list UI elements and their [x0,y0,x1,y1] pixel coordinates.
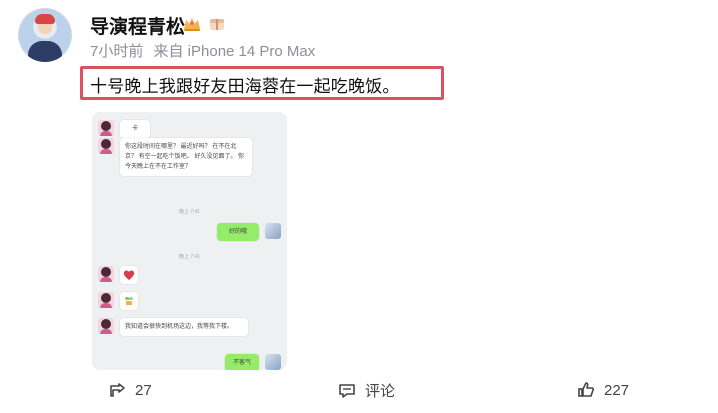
chat-heart-bubble [120,266,138,284]
verified-badge: V [64,54,72,62]
comment-label: 评论 [365,383,396,400]
post-time: 7小时前 [90,43,144,60]
like-count: 227 [604,381,630,399]
heart-icon [123,270,135,280]
chat-row-plant [98,292,138,310]
right-avatar [265,223,281,239]
avatar-body [28,41,62,62]
chat-avatar [98,318,114,334]
chat-row-heart [98,266,138,284]
share-count: 27 [135,381,152,399]
post-text: 十号晚上我跟好友田海蓉在一起吃晚饭。 [90,77,400,96]
chat-avatar [98,120,114,136]
chat-row-1: 你这段时间在哪里？ 最近好吗？ 在不在北京？ 有空一起吃个饭吧。 好久没见面了。… [98,138,252,176]
post-meta: 7小时前 来自 iPhone 14 Pro Max [90,40,315,61]
chat-avatar [98,138,114,154]
chat-row-2: 我知道会很快到机场这边，我等我下楼。 [98,318,248,336]
like-icon [578,382,594,397]
plant-icon [125,296,133,305]
like-button[interactable]: 227 [576,380,629,400]
chat-avatar [98,266,114,282]
badge-icon [210,19,224,30]
chat-plant-bubble [120,292,138,310]
chat-message-1: 你这段时间在哪里？ 最近好吗？ 在不在北京？ 有空一起吃个饭吧。 好久没见面了。… [120,138,252,176]
right-avatar [265,354,281,370]
chat-bubble-top: 卡 [120,120,150,138]
chat-row-reply-2: 不客气 [225,354,281,370]
chat-row-reply-1: 好的哦 [217,223,281,241]
chat-avatar [98,292,114,308]
comment-button[interactable]: 评论 [337,380,395,401]
chat-reply-2: 不客气 [225,354,259,370]
chat-message-2: 我知道会很快到机场这边，我等我下楼。 [120,318,248,336]
post-username[interactable]: 导演程青松 [90,12,185,39]
chat-time-1: 晚上 7:41 [178,209,201,215]
avatar-hat [35,14,55,24]
post-source: 来自 iPhone 14 Pro Max [153,43,316,60]
crown-icon [184,17,200,31]
chat-reply-1: 好的哦 [217,223,259,241]
post-actions: 27 评论 227 [0,380,718,408]
chat-time-2: 晚上 7:41 [178,254,201,260]
comment-icon [339,383,355,398]
share-button[interactable]: 27 [107,380,152,400]
avatar[interactable]: V [18,8,72,62]
share-icon [110,383,125,397]
chat-row-top: 卡 [98,120,150,138]
post-image[interactable]: 卡 你这段时间在哪里？ 最近好吗？ 在不在北京？ 有空一起吃个饭吧。 好久没见面… [92,112,287,370]
